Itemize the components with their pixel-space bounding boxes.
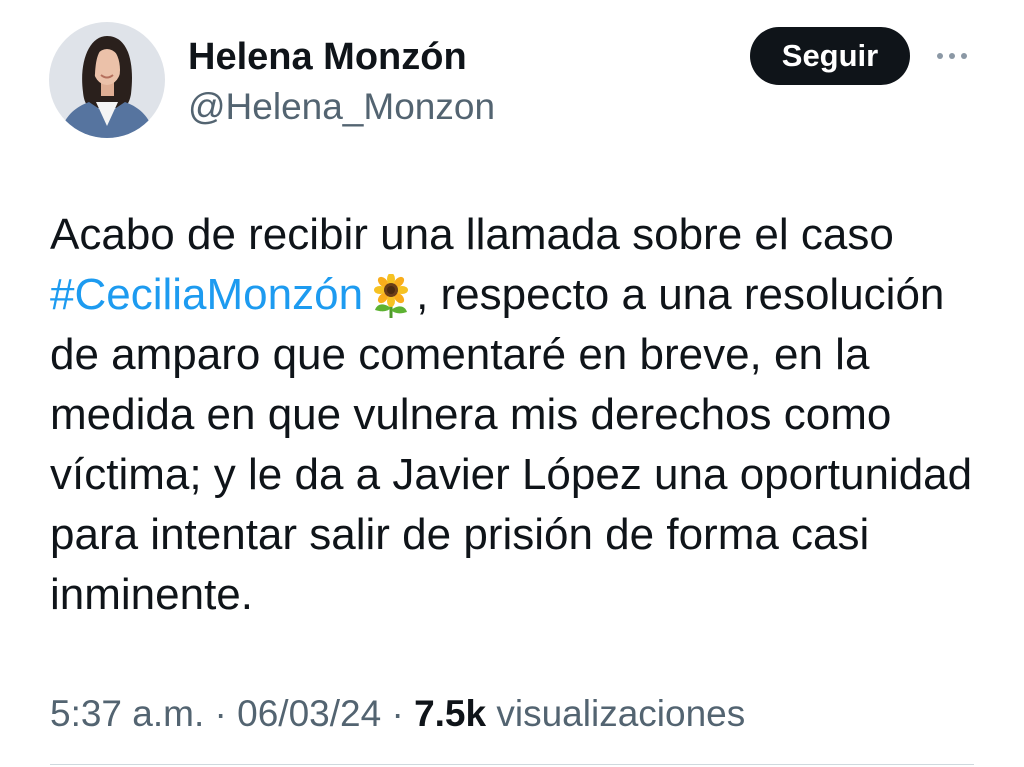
tweet-text: Acabo de recibir una llamada sobre el ca… xyxy=(50,205,972,625)
tweet-line: #CeciliaMonzón , respecto a una resoluci… xyxy=(50,265,972,325)
more-horizontal-icon xyxy=(937,53,967,59)
tweet-line: para intentar salir de prisión de forma … xyxy=(50,510,870,559)
follow-button[interactable]: Seguir xyxy=(750,27,910,85)
tweet-line: inminente. xyxy=(50,570,254,619)
more-options-button[interactable] xyxy=(930,40,974,72)
meta-separator: · xyxy=(391,693,404,734)
tweet-text-segment: , respecto a una resolución xyxy=(416,270,945,319)
views-label: visualizaciones xyxy=(496,693,746,734)
author-name[interactable]: Helena Monzón xyxy=(188,35,467,79)
tweet-meta: 5:37 a.m. · 06/03/24 · 7.5k visualizacio… xyxy=(50,692,745,736)
tweet-date[interactable]: 06/03/24 xyxy=(237,693,381,734)
tweet-line: medida en que vulnera mis derechos como xyxy=(50,390,892,439)
views-count: 7.5k xyxy=(414,693,487,734)
sunflower-center-inner xyxy=(387,286,396,294)
avatar-photo xyxy=(49,22,165,138)
author-handle[interactable]: @Helena_Monzon xyxy=(188,85,495,129)
meta-separator: · xyxy=(214,693,227,734)
tweet-time[interactable]: 5:37 a.m. xyxy=(50,693,204,734)
more-dot xyxy=(949,53,955,59)
follow-button-label: Seguir xyxy=(781,38,879,73)
hashtag-link[interactable]: #CeciliaMonzón xyxy=(50,270,363,319)
more-dot xyxy=(961,53,967,59)
more-dot xyxy=(937,53,943,59)
sunflower-leaf-right xyxy=(391,306,408,314)
tweet-line: víctima; y le da a Javier López una opor… xyxy=(50,450,973,499)
sunflower-icon xyxy=(374,274,409,318)
avatar[interactable] xyxy=(49,22,165,138)
divider xyxy=(50,764,974,765)
tweet-line: de amparo que comentaré en breve, en la xyxy=(50,330,870,379)
tweet-line: Acabo de recibir una llamada sobre el ca… xyxy=(50,210,894,259)
